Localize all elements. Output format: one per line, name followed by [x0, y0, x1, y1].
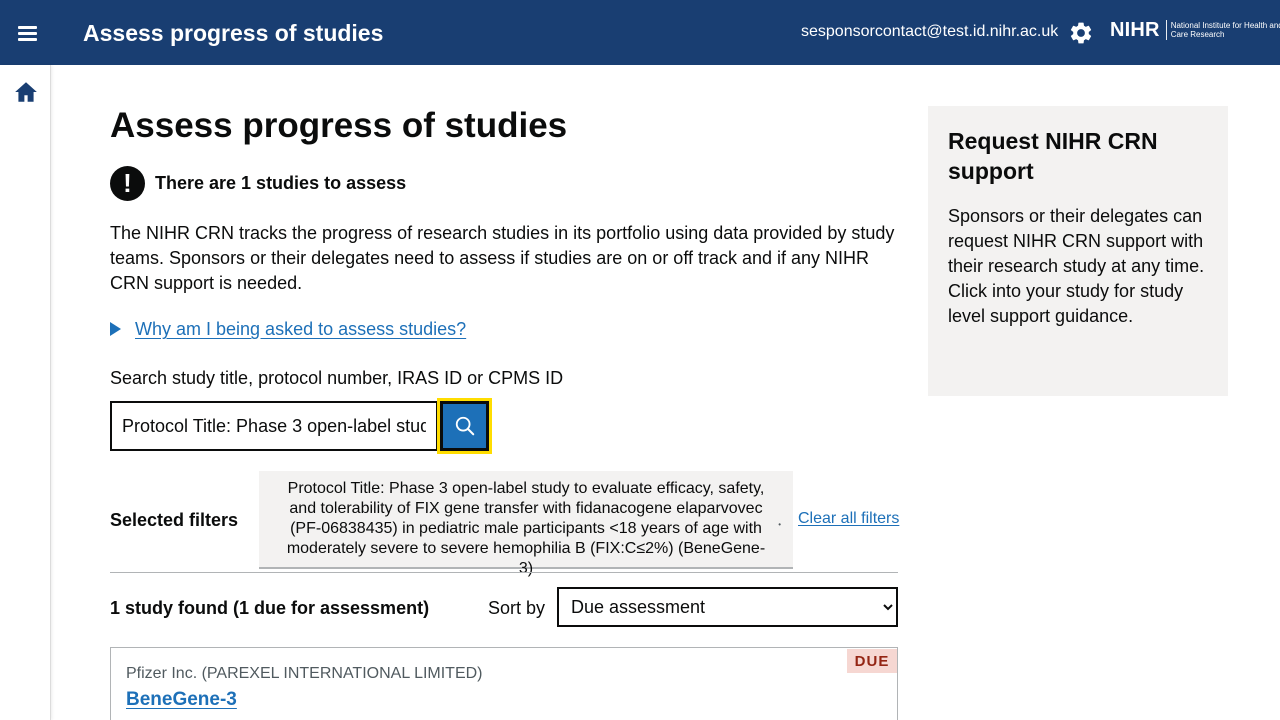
details-summary[interactable]: Why am I being asked to assess studies? — [135, 316, 466, 342]
warning-icon: ! — [110, 166, 145, 201]
notice-text: There are 1 studies to assess — [155, 173, 407, 193]
remove-filter-icon[interactable]: • — [778, 515, 781, 535]
study-sponsor: Pfizer Inc. (PAREXEL INTERNATIONAL LIMIT… — [126, 665, 483, 682]
triangle-right-icon — [110, 322, 121, 336]
side-rail — [0, 65, 51, 720]
details-toggle[interactable]: Why am I being asked to assess studies? — [110, 316, 466, 342]
search-label: Search study title, protocol number, IRA… — [110, 368, 564, 388]
sort-label: Sort by — [488, 598, 546, 618]
intro-paragraph: The NIHR CRN tracks the progress of rese… — [110, 223, 895, 293]
search-button-focus-ring — [440, 401, 489, 451]
warning-notice: ! There are 1 studies to assess — [110, 166, 406, 201]
top-header: Assess progress of studies sesponsorcont… — [0, 0, 1280, 65]
logo-text: National Institute for Health and Care R… — [1170, 20, 1280, 40]
clear-all-filters-link[interactable]: Clear all filters — [798, 510, 899, 528]
menu-icon[interactable] — [14, 20, 40, 46]
search-input[interactable] — [110, 401, 438, 451]
result-count: 1 study found (1 due for assessment) — [110, 598, 430, 618]
status-badge: DUE — [847, 649, 897, 673]
nihr-logo[interactable]: NIHR National Institute for Health and C… — [1110, 18, 1280, 42]
filter-tag-text: Protocol Title: Phase 3 open-label study… — [286, 480, 766, 577]
study-card[interactable]: Pfizer Inc. (PAREXEL INTERNATIONAL LIMIT… — [110, 647, 898, 720]
logo-divider — [1165, 20, 1167, 40]
user-email: sesponsorcontact@test.id.nihr.ac.uk — [801, 23, 1059, 40]
search-button[interactable] — [437, 398, 492, 454]
study-title-link[interactable]: BeneGene-3 — [126, 689, 237, 711]
gear-icon[interactable] — [1068, 20, 1094, 46]
filter-tag[interactable]: Protocol Title: Phase 3 open-label study… — [259, 471, 793, 577]
sort-select[interactable]: Due assessment — [557, 587, 898, 627]
search-icon — [443, 404, 486, 448]
section-divider — [110, 572, 898, 573]
page-title: Assess progress of studies — [110, 106, 568, 145]
app-title: Assess progress of studies — [83, 20, 384, 46]
selected-filters-label: Selected filters — [110, 510, 239, 530]
support-panel-body: Sponsors or their delegates can request … — [948, 206, 1205, 326]
logo-mark: NIHR — [1110, 19, 1160, 41]
support-panel-title: Request NIHR CRN support — [948, 128, 1158, 184]
support-panel: Request NIHR CRN support Sponsors or the… — [928, 106, 1228, 396]
home-icon[interactable] — [13, 80, 39, 104]
